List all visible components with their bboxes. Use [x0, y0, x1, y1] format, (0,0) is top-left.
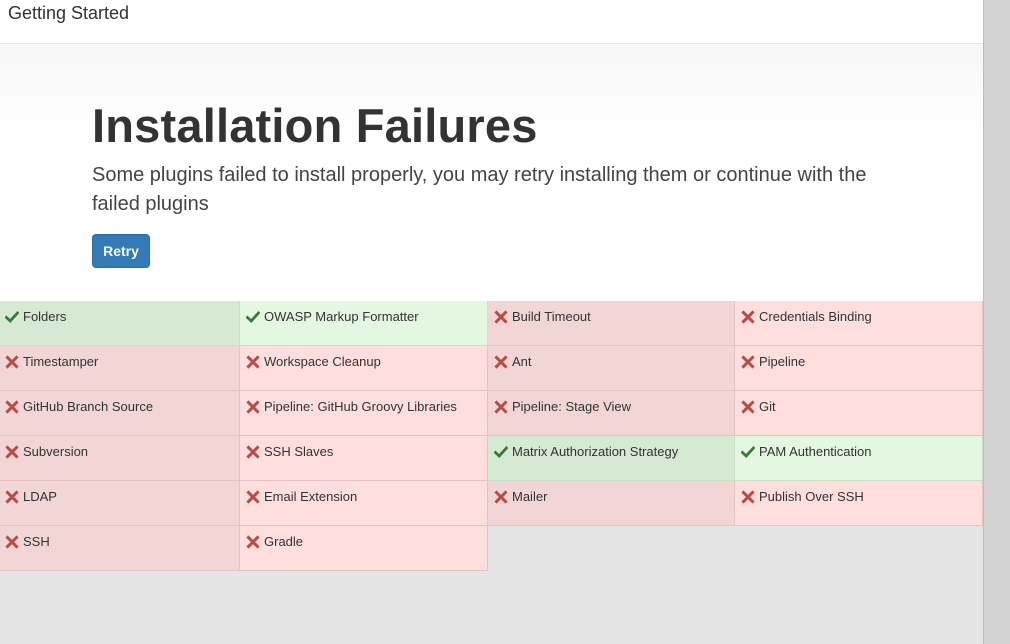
plugin-item: Git — [735, 391, 983, 436]
plugin-column: Folders Timestamper GitHub Branch Source Su… — [0, 301, 240, 571]
plugin-item: Matrix Authorization Strategy — [488, 436, 735, 481]
plugin-item: Timestamper — [0, 346, 240, 391]
page-title: Installation Failures — [92, 99, 538, 152]
plugin-item: LDAP — [0, 481, 240, 526]
x-icon — [246, 355, 260, 369]
plugin-name: Gradle — [264, 534, 304, 549]
plugin-name: PAM Authentication — [759, 444, 872, 459]
plugin-name: Credentials Binding — [759, 309, 872, 324]
plugin-name: Pipeline: Stage View — [512, 399, 632, 414]
installation-failures-panel: Installation Failures Some plugins faile… — [0, 44, 983, 301]
x-icon — [5, 400, 19, 414]
plugin-name: SSH Slaves — [264, 444, 334, 459]
x-icon — [741, 355, 755, 369]
plugin-item: Publish Over SSH — [735, 481, 983, 526]
x-icon — [494, 400, 508, 414]
plugin-name: Pipeline — [759, 354, 806, 369]
plugin-item: PAM Authentication — [735, 436, 983, 481]
plugin-item: Pipeline: Stage View — [488, 391, 735, 436]
plugin-name: Publish Over SSH — [759, 489, 864, 504]
plugin-item: Mailer — [488, 481, 735, 526]
plugin-name: SSH — [23, 534, 50, 549]
plugin-name: Mailer — [512, 489, 548, 504]
plugin-name: Matrix Authorization Strategy — [512, 444, 679, 459]
check-icon — [4, 310, 20, 324]
plugin-column: OWASP Markup Formatter Workspace Cleanup P… — [240, 301, 488, 571]
x-icon — [246, 400, 260, 414]
x-icon — [494, 355, 508, 369]
plugin-column: Build Timeout Ant Pipeline: Stage View Matr… — [488, 301, 735, 526]
dialog-header: Getting Started — [0, 0, 983, 44]
plugin-name: GitHub Branch Source — [23, 399, 154, 414]
x-icon — [5, 535, 19, 549]
x-icon — [741, 310, 755, 324]
window-edge — [983, 0, 1010, 644]
plugin-item: Ant — [488, 346, 735, 391]
plugin-name: Timestamper — [23, 354, 99, 369]
plugin-name: Build Timeout — [512, 309, 591, 324]
dialog-title: Getting Started — [8, 3, 130, 23]
x-icon — [494, 310, 508, 324]
plugin-item: Build Timeout — [488, 301, 735, 346]
plugin-item: Subversion — [0, 436, 240, 481]
x-icon — [246, 445, 260, 459]
plugin-name: Ant — [512, 354, 532, 369]
plugin-name: Folders — [23, 309, 67, 324]
x-icon — [741, 490, 755, 504]
x-icon — [5, 445, 19, 459]
plugin-name: Workspace Cleanup — [264, 354, 381, 369]
plugin-name: LDAP — [23, 489, 57, 504]
plugin-item: OWASP Markup Formatter — [240, 301, 488, 346]
x-icon — [5, 355, 19, 369]
plugin-name: Subversion — [23, 444, 89, 459]
plugin-name: Email Extension — [264, 489, 358, 504]
retry-button[interactable]: Retry — [92, 234, 150, 268]
plugin-item: Folders — [0, 301, 240, 346]
setup-wizard-dialog: Getting Started Installation Failures So… — [0, 0, 983, 644]
plugin-item: Workspace Cleanup — [240, 346, 488, 391]
page-description: Some plugins failed to install properly,… — [92, 164, 867, 215]
check-icon — [245, 310, 261, 324]
plugin-name: OWASP Markup Formatter — [264, 309, 419, 324]
x-icon — [5, 490, 19, 504]
x-icon — [741, 400, 755, 414]
check-icon — [740, 445, 756, 459]
plugin-item: SSH Slaves — [240, 436, 488, 481]
check-icon — [493, 445, 509, 459]
plugin-column: Credentials Binding Pipeline Git PAM Authen… — [735, 301, 983, 526]
plugin-item: Pipeline: GitHub Groovy Libraries — [240, 391, 488, 436]
x-icon — [246, 490, 260, 504]
plugin-item: Gradle — [240, 526, 488, 571]
plugin-name: Git — [759, 399, 776, 414]
plugin-item: Pipeline — [735, 346, 983, 391]
plugin-item: SSH — [0, 526, 240, 571]
x-icon — [246, 535, 260, 549]
x-icon — [494, 490, 508, 504]
plugin-item: Credentials Binding — [735, 301, 983, 346]
plugin-item: GitHub Branch Source — [0, 391, 240, 436]
plugin-name: Pipeline: GitHub Groovy Libraries — [264, 399, 457, 414]
plugin-item: Email Extension — [240, 481, 488, 526]
